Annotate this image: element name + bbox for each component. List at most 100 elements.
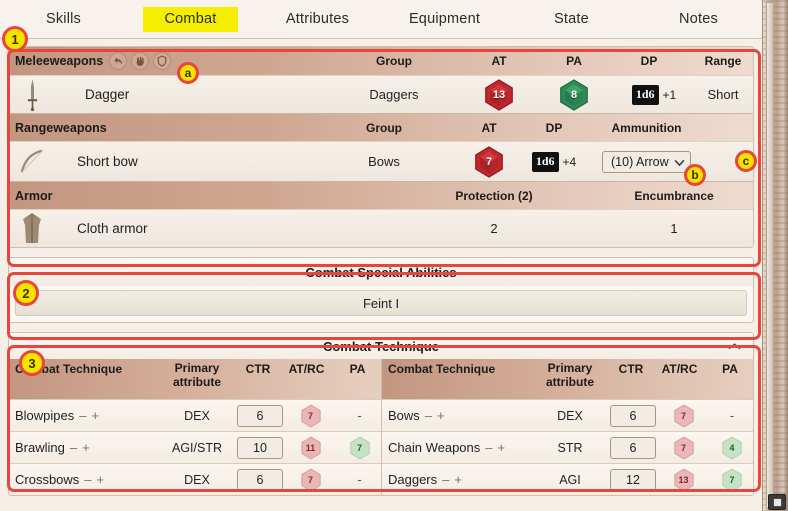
corner-resize-button[interactable] <box>768 494 786 510</box>
ct-row-atrc-cell: 7 <box>283 467 338 492</box>
table-row[interactable]: Bows – + DEX 6 7 - <box>382 399 753 431</box>
ranged-weapon-row[interactable]: Short bow Bows 7 1d6 +4 (10) Arrow <box>9 141 753 181</box>
atrc-value: 13 <box>678 474 689 485</box>
ranged-at-d20-value: 7 <box>485 155 493 168</box>
special-ability-item[interactable]: Feint I <box>15 290 747 316</box>
ctr-input[interactable]: 6 <box>237 468 283 491</box>
increment-button[interactable]: + <box>454 472 462 487</box>
increment-button[interactable]: + <box>97 472 105 487</box>
ct-row-ctr-cell: 6 <box>610 404 656 427</box>
ct-row-atrc-cell: 7 <box>283 403 338 428</box>
decrement-button[interactable]: – <box>442 472 449 487</box>
app-window: Skills Combat Attributes Equipment State… <box>0 0 788 511</box>
ctr-input[interactable]: 12 <box>610 468 656 491</box>
increment-button[interactable]: + <box>92 408 100 423</box>
armor-row[interactable]: Cloth armor 2 1 <box>9 209 753 247</box>
tab-state[interactable]: State <box>508 7 635 32</box>
decrement-button[interactable]: – <box>425 408 432 423</box>
combat-technique-card: Combat Technique Combat Technique Primar… <box>8 332 754 496</box>
combat-special-abilities-card: Combat Special Abilities Feint I <box>8 257 754 323</box>
ct-row-primary: AGI/STR <box>171 440 222 455</box>
ranged-weapon-group: Bows <box>368 154 400 169</box>
ct-left-col-pa: PA <box>349 362 366 376</box>
decrement-button[interactable]: – <box>84 472 91 487</box>
table-row[interactable]: Crossbows – + DEX 6 7 - <box>9 463 381 495</box>
table-row[interactable]: Daggers – + AGI 12 13 7 <box>382 463 753 495</box>
ctr-input[interactable]: 10 <box>237 436 283 459</box>
combat-special-abilities-title: Combat Special Abilities <box>9 258 753 286</box>
ctr-input[interactable]: 6 <box>610 436 656 459</box>
tab-notes-wrap: Notes <box>635 7 762 32</box>
ct-row-ctr-cell: 6 <box>237 468 283 491</box>
decrement-button[interactable]: – <box>79 408 86 423</box>
tab-equipment-wrap: Equipment <box>381 7 508 32</box>
ct-row-pa-cell: 7 <box>711 467 753 492</box>
ranged-at-d20-icon: 7 <box>474 145 504 178</box>
pa-value: - <box>357 472 362 487</box>
scrollbar-thumb[interactable] <box>766 2 774 509</box>
atrc-hex-icon: 7 <box>673 403 695 428</box>
tab-state-wrap: State <box>508 7 635 32</box>
combat-panel: Meleeweapons Group AT PA DP Range Dagger… <box>0 39 762 511</box>
shield-icon[interactable] <box>153 52 172 70</box>
atrc-value: 7 <box>307 410 313 421</box>
melee-col-at: AT <box>491 54 507 68</box>
ranged-col-at: AT <box>481 121 497 135</box>
ct-right-col-primary-line1: Primary <box>547 361 593 375</box>
tab-combat[interactable]: Combat <box>142 6 239 32</box>
increment-button[interactable]: + <box>498 440 506 455</box>
tab-equipment[interactable]: Equipment <box>381 7 508 32</box>
ct-row-ctr-cell: 10 <box>237 436 283 459</box>
table-row[interactable]: Brawling – + AGI/STR 10 11 7 <box>9 431 381 463</box>
melee-col-range: Range <box>704 54 742 68</box>
pa-d20-value: 8 <box>570 88 578 101</box>
ct-row-pa-cell: - <box>338 472 381 487</box>
pa-hex-icon: 4 <box>721 435 743 460</box>
melee-col-dp: DP <box>640 54 658 68</box>
melee-dp-dice: 1d6 <box>631 84 659 105</box>
tab-notes[interactable]: Notes <box>635 7 762 32</box>
at-d20-icon: 13 <box>484 78 514 111</box>
table-row[interactable]: Chain Weapons – + STR 6 7 4 <box>382 431 753 463</box>
tab-attributes[interactable]: Attributes <box>254 7 381 32</box>
meleeweapons-title: Meleeweapons <box>15 54 104 68</box>
ct-row-name-cell: Brawling – + <box>9 440 157 455</box>
ct-row-name: Daggers <box>388 472 438 487</box>
ct-right-col-primary-line2: attribute <box>546 374 594 389</box>
pa-hex-icon: 7 <box>349 435 371 460</box>
ct-row-atrc-cell: 7 <box>656 403 711 428</box>
ammunition-select-wrap: (10) Arrow <box>602 150 691 173</box>
at-d20-value: 13 <box>492 88 506 101</box>
table-row[interactable]: Blowpipes – + DEX 6 7 - <box>9 399 381 431</box>
ct-right-col-atrc: AT/RC <box>661 362 698 376</box>
melee-weapon-range: Short <box>707 87 739 102</box>
ct-row-name: Bows <box>388 408 420 423</box>
ct-row-primary: DEX <box>184 472 210 487</box>
undo-icon[interactable] <box>109 52 128 70</box>
weapons-armor-card: Meleeweapons Group AT PA DP Range Dagger… <box>8 46 754 248</box>
armor-col-protection: Protection (2) <box>455 189 533 203</box>
ranged-weapon-name: Short bow <box>77 154 138 169</box>
melee-weapon-row[interactable]: Dagger Daggers 13 8 1d6 +1 Short <box>9 75 753 113</box>
ct-left-col-primary: Primary attribute <box>157 361 237 390</box>
ranged-weapon-dp: 1d6 +4 <box>514 151 594 172</box>
gauntlet-icon[interactable] <box>131 52 150 70</box>
atrc-value: 7 <box>680 410 686 421</box>
combat-technique-left-column: Combat Technique Primary attribute CTR A… <box>9 359 381 495</box>
atrc-value: 11 <box>305 442 316 453</box>
decrement-button[interactable]: – <box>485 440 492 455</box>
ctr-input[interactable]: 6 <box>237 404 283 427</box>
ct-row-primary: STR <box>557 440 583 455</box>
decrement-button[interactable]: – <box>70 440 77 455</box>
chevron-up-icon[interactable] <box>728 339 741 354</box>
annotation-badge-c: c <box>735 150 757 172</box>
ranged-col-ammunition: Ammunition <box>611 121 682 135</box>
ammunition-select[interactable]: (10) Arrow <box>602 150 691 173</box>
melee-weapon-name: Dagger <box>85 87 130 102</box>
increment-button[interactable]: + <box>82 440 90 455</box>
ctr-input[interactable]: 6 <box>610 404 656 427</box>
page-scrollbar[interactable] <box>762 0 788 511</box>
atrc-hex-icon: 7 <box>300 403 322 428</box>
atrc-value: 7 <box>680 442 686 453</box>
increment-button[interactable]: + <box>437 408 445 423</box>
